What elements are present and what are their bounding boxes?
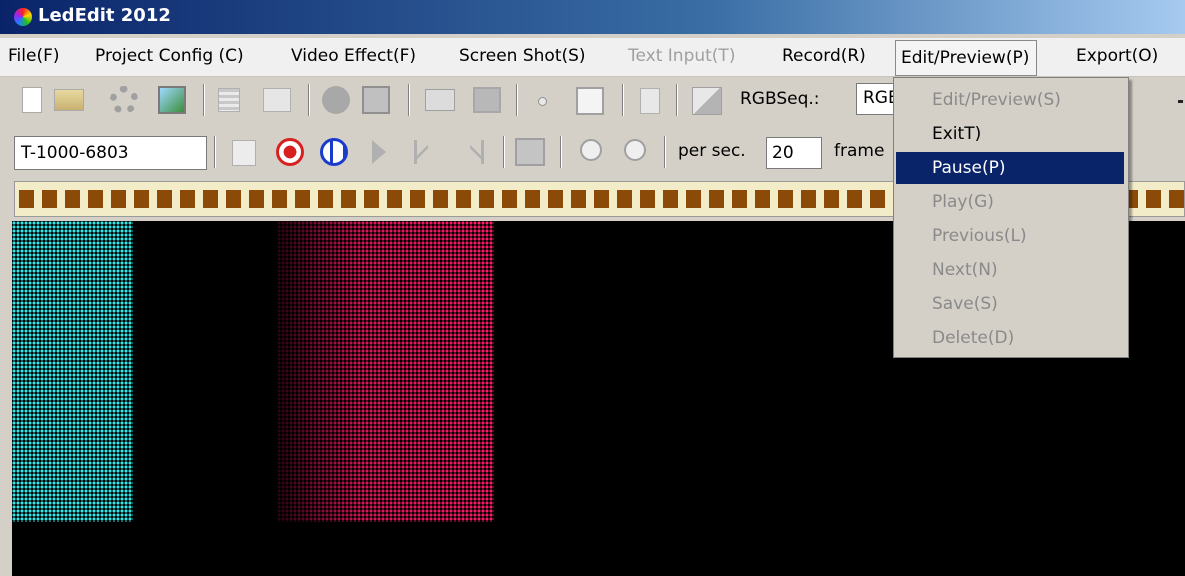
save-frame-icon[interactable] [515,138,545,166]
next-icon[interactable] [470,140,484,164]
grid-icon[interactable] [218,88,240,112]
menu-export[interactable]: Export(O) [1076,46,1158,66]
menu-item-save[interactable]: Save(S) [896,288,1124,320]
menu-text-input[interactable]: Text Input(T) [628,46,735,66]
app-icon [14,8,32,26]
menu-bar: File(F) Project Config (C) Video Effect(… [0,38,1185,77]
frame-label: frame [834,141,885,161]
menu-item-pause[interactable]: Pause(P) [896,152,1124,184]
flash-icon[interactable] [322,86,350,114]
project-name-field[interactable]: T-1000-6803 [14,136,207,170]
menu-item-play[interactable]: Play(G) [896,186,1124,218]
fps-input[interactable]: 20 [766,137,822,169]
pause-icon[interactable] [320,138,348,166]
capture-icon[interactable] [473,87,501,113]
square-icon[interactable] [576,87,604,115]
edit-preview-dropdown: Edit/Preview(S) ExitT) Pause(P) Play(G) … [893,77,1129,358]
text-icon[interactable] [640,88,660,114]
image-icon[interactable] [158,86,186,114]
menu-item-exit[interactable]: ExitT) [896,118,1124,150]
rgb-sequence-label: RGBSeq.: [740,89,820,109]
previous-icon[interactable] [414,140,428,164]
arrow-icon[interactable] [692,87,722,115]
led-block-pink [277,221,494,522]
play-icon[interactable] [372,140,386,164]
dot-icon[interactable] [538,97,547,106]
gear-icon[interactable] [110,86,138,114]
menu-edit-preview[interactable]: Edit/Preview(P) [895,40,1038,76]
window-title: LedEdit 2012 [38,5,171,26]
led-block-cyan [12,221,133,522]
zoom-out-icon[interactable] [624,139,646,161]
menu-video-effect[interactable]: Video Effect(F) [291,46,416,66]
menu-file[interactable]: File(F) [8,46,60,66]
menu-item-previous[interactable]: Previous(L) [896,220,1124,252]
menu-item-edit-preview[interactable]: Edit/Preview(S) [896,84,1124,116]
open-folder-icon[interactable] [54,89,84,111]
screenshot-icon[interactable] [425,89,455,111]
menu-item-next[interactable]: Next(N) [896,254,1124,286]
copy-icon[interactable] [263,88,291,112]
menu-screen-shot[interactable]: Screen Shot(S) [459,46,586,66]
new-file-icon[interactable] [22,87,42,113]
stop-icon[interactable] [276,138,304,166]
preview-icon[interactable] [232,140,256,166]
menu-project-config[interactable]: Project Config (C) [95,46,244,66]
menu-item-delete[interactable]: Delete(D) [896,322,1124,354]
per-sec-label: per sec. [678,141,746,161]
frame-icon[interactable] [362,86,390,114]
toolbar-edge [1178,100,1183,103]
title-bar: LedEdit 2012 [0,0,1185,34]
zoom-in-icon[interactable] [580,139,602,161]
menu-record[interactable]: Record(R) [782,46,866,66]
